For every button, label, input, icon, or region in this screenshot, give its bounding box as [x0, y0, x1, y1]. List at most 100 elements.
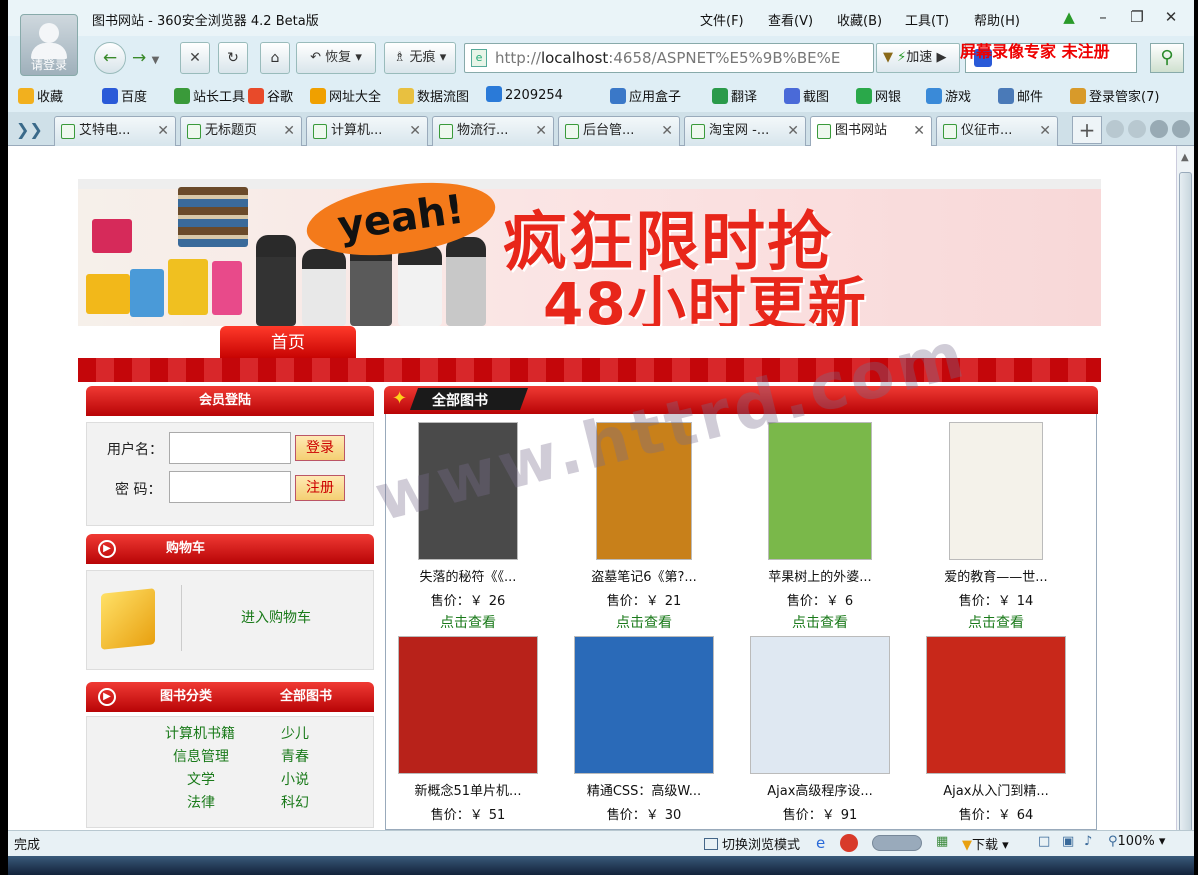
favorite-item[interactable]: 收藏 [18, 86, 63, 105]
favorite-item[interactable]: 百度 [102, 86, 147, 105]
nav-home[interactable]: 首页 [220, 326, 356, 360]
phone-icon[interactable]: □ [1038, 834, 1050, 849]
view-book-link[interactable]: 点击查看 [911, 612, 1081, 632]
zoom-control[interactable]: ⚲100% ▾ [1108, 834, 1165, 849]
view-book-link[interactable]: 点击查看 [559, 612, 729, 632]
tab-close-icon[interactable]: ✕ [913, 117, 925, 145]
book-title[interactable]: 精通CSS：高级W... [559, 780, 729, 799]
back-button[interactable]: ← [94, 42, 126, 74]
browser-tab[interactable]: 后台管... ✕ [558, 116, 680, 146]
register-button[interactable]: 注册 [295, 475, 345, 501]
favorite-item[interactable]: 翻译 [712, 86, 757, 105]
ie-icon[interactable]: e [816, 834, 825, 852]
address-url[interactable]: http://localhost:4658/ASPNET%E5%9B%BE%E [495, 49, 840, 67]
tab-close-icon[interactable]: ✕ [283, 117, 295, 145]
enter-cart-link[interactable]: 进入购物车 [241, 607, 311, 627]
volume-icon[interactable]: ♪ [1084, 834, 1092, 849]
menu-tools[interactable]: 工具(T) [905, 10, 949, 29]
browser-tab[interactable]: 艾特电... ✕ [54, 116, 176, 146]
book-cover[interactable] [949, 422, 1043, 560]
book-cover[interactable] [574, 636, 714, 774]
browser-tab[interactable]: 仪征市... ✕ [936, 116, 1058, 146]
switch-mode-button[interactable]: 切换浏览模式 [704, 834, 800, 853]
tab-close-icon[interactable]: ✕ [409, 117, 421, 145]
book-cover[interactable] [398, 636, 538, 774]
login-button[interactable]: 登录 [295, 435, 345, 461]
favorite-item[interactable]: 2209254 [486, 86, 563, 103]
category-link[interactable]: 法律 [187, 792, 215, 812]
tab-close-icon[interactable]: ✕ [661, 117, 673, 145]
book-cover[interactable] [750, 636, 890, 774]
scroll-up-icon[interactable]: ▲ [1181, 152, 1189, 163]
view-book-link[interactable]: 点击查看 [735, 612, 905, 632]
speed-toggle[interactable] [872, 835, 922, 851]
favorite-item[interactable]: 网银 [856, 86, 901, 105]
address-bar[interactable]: e http://localhost:4658/ASPNET%E5%9B%BE%… [464, 43, 874, 73]
book-title[interactable]: 失落的秘符《《... [383, 566, 553, 585]
browser-tab[interactable]: 物流行... ✕ [432, 116, 554, 146]
scrollbar-thumb[interactable] [1179, 172, 1192, 832]
username-input[interactable] [169, 432, 291, 464]
favorite-item[interactable]: 谷歌 [248, 86, 293, 105]
book-cover[interactable] [926, 636, 1066, 774]
download-button[interactable]: ▼下载 ▾ [962, 834, 1009, 853]
tab-close-all-icon[interactable] [1172, 120, 1190, 138]
book-title[interactable]: 新概念51单片机... [383, 780, 553, 799]
forward-button[interactable]: → ▼ [132, 44, 172, 72]
vertical-scrollbar[interactable]: ▲ [1176, 146, 1194, 832]
refresh-button[interactable]: ↻ [218, 42, 248, 74]
category-link[interactable]: 小说 [281, 769, 309, 789]
category-link[interactable]: 计算机书籍 [165, 723, 235, 743]
menu-help[interactable]: 帮助(H) [974, 10, 1020, 29]
browser-tab[interactable]: 图书网站 ✕ [810, 116, 932, 146]
category-link[interactable]: 少儿 [281, 723, 309, 743]
menu-view[interactable]: 查看(V) [768, 10, 813, 29]
browser-tab[interactable]: 无标题页 ✕ [180, 116, 302, 146]
book-title[interactable]: 盗墓笔记6《第?... [559, 566, 729, 585]
minimize-icon[interactable]: – [1092, 6, 1114, 28]
book-title[interactable]: Ajax高级程序设... [735, 780, 905, 799]
promo-banner[interactable]: yeah! 疯狂限时抢 48小时更新 [78, 179, 1101, 326]
restore-button[interactable]: ↶ 恢复 ▾ [296, 42, 376, 74]
sidebar-toggle-icon[interactable]: ❯❯ [16, 120, 43, 139]
favorite-item[interactable]: 数据流图 [398, 86, 469, 105]
category-link[interactable]: 信息管理 [173, 746, 229, 766]
category-link[interactable]: 文学 [187, 769, 215, 789]
book-title[interactable]: 爱的教育——世... [911, 566, 1081, 585]
shield-icon[interactable] [840, 834, 858, 852]
favorite-item[interactable]: 站长工具 [174, 86, 245, 105]
favorite-item[interactable]: 截图 [784, 86, 829, 105]
tab-scroll-right-icon[interactable] [1128, 120, 1146, 138]
print-icon[interactable]: ▣ [1062, 834, 1074, 849]
category-link[interactable]: 青春 [281, 746, 309, 766]
search-button[interactable]: ⚲ [1150, 43, 1184, 73]
home-button[interactable]: ⌂ [260, 42, 290, 74]
close-icon[interactable]: ✕ [1160, 6, 1182, 28]
traceless-button[interactable]: ♗ 无痕 ▾ [384, 42, 456, 74]
new-tab-button[interactable]: + [1072, 116, 1102, 144]
book-cover[interactable] [768, 422, 872, 560]
category-link[interactable]: 科幻 [281, 792, 309, 812]
favorite-item[interactable]: 网址大全 [310, 86, 381, 105]
favorite-item[interactable]: 应用盒子 [610, 86, 681, 105]
favorite-item[interactable]: 登录管家(7) [1070, 86, 1159, 105]
tab-close-icon[interactable]: ✕ [1039, 117, 1051, 145]
view-book-link[interactable]: 点击查看 [383, 612, 553, 632]
password-input[interactable] [169, 471, 291, 503]
favorite-item[interactable]: 游戏 [926, 86, 971, 105]
menu-file[interactable]: 文件(F) [700, 10, 744, 29]
avatar[interactable]: 请登录 [20, 14, 78, 76]
menu-favorites[interactable]: 收藏(B) [837, 10, 882, 29]
grid-icon[interactable]: ▦ [936, 834, 948, 849]
tab-close-icon[interactable]: ✕ [157, 117, 169, 145]
browser-tab[interactable]: 淘宝网 -... ✕ [684, 116, 806, 146]
favorite-item[interactable]: 邮件 [998, 86, 1043, 105]
tab-close-icon[interactable]: ✕ [535, 117, 547, 145]
book-title[interactable]: Ajax从入门到精... [911, 780, 1081, 799]
skin-icon[interactable]: ▲ [1058, 6, 1080, 28]
tab-list-icon[interactable] [1150, 120, 1168, 138]
stop-button[interactable]: ✕ [180, 42, 210, 74]
accelerate-button[interactable]: ▼ ⚡加速 ▶ [876, 43, 960, 73]
tab-close-icon[interactable]: ✕ [787, 117, 799, 145]
book-title[interactable]: 苹果树上的外婆... [735, 566, 905, 585]
